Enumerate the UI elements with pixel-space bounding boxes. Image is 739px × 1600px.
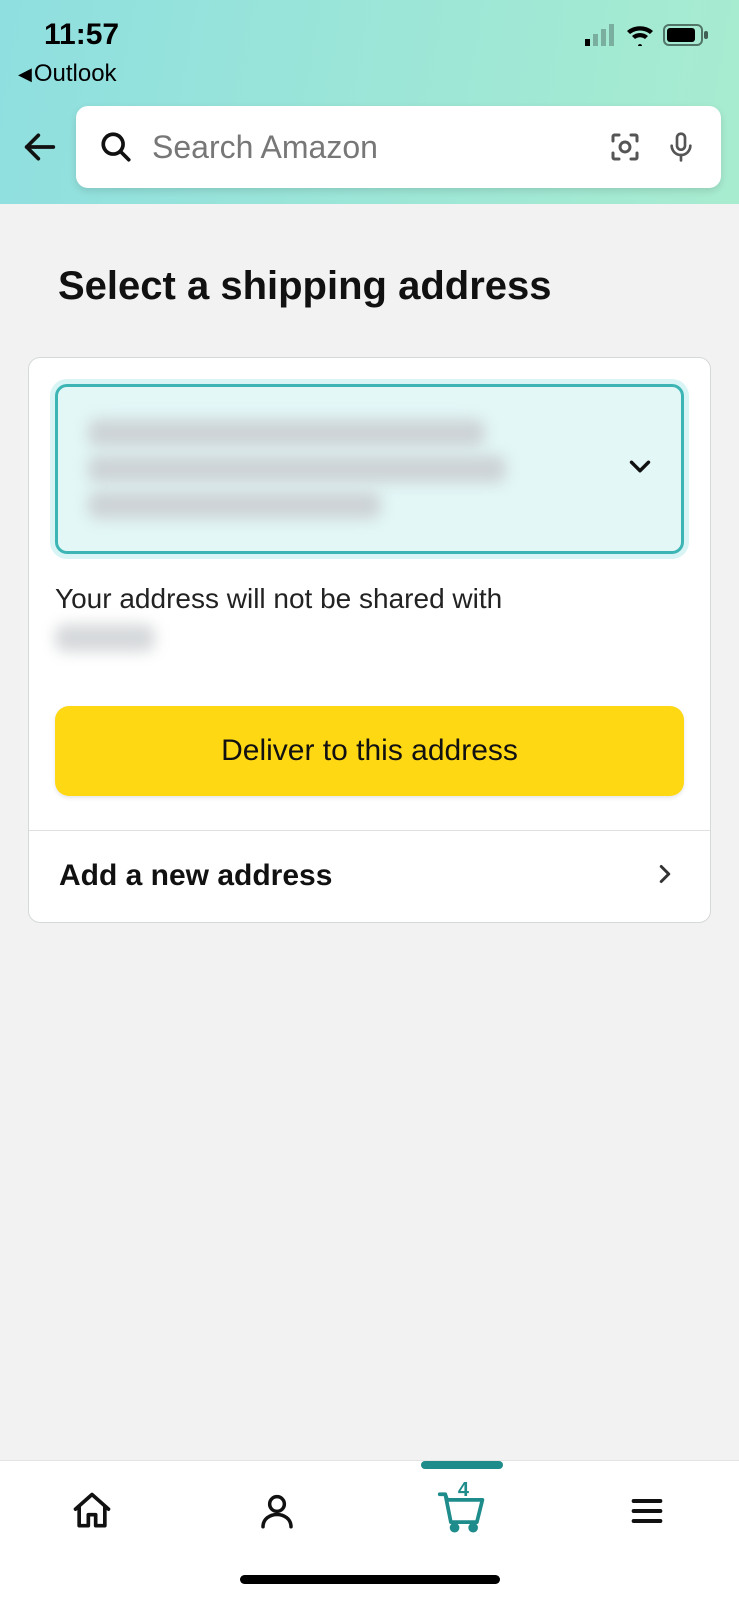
nav-account[interactable] [237,1481,317,1541]
back-triangle-icon: ◀ [18,64,32,85]
cart-count-badge: 4 [458,1479,469,1502]
nav-back-button[interactable] [18,125,62,169]
mic-icon[interactable] [661,127,701,167]
nav-home[interactable] [52,1481,132,1541]
back-app-label: Outlook [34,60,117,88]
search-placeholder: Search Amazon [152,129,589,166]
redacted-address-line [88,491,381,519]
deliver-button[interactable]: Deliver to this address [55,706,684,796]
chevron-right-icon [650,859,680,894]
arrow-left-icon [20,127,60,167]
search-icon [96,127,136,167]
chevron-down-icon [623,450,657,489]
search-box[interactable]: Search Amazon [76,106,721,188]
redacted-address-line [88,455,506,483]
add-new-address-row[interactable]: Add a new address [29,830,710,922]
status-bar: 11:57 [0,18,739,56]
address-card: Your address will not be shared with Del… [28,357,711,923]
user-icon [256,1490,298,1532]
active-tab-indicator [421,1461,503,1469]
add-new-address-label: Add a new address [59,859,332,893]
redacted-address-line [88,419,485,447]
nav-menu[interactable] [607,1481,687,1541]
home-icon [70,1489,114,1533]
selected-address-dropdown[interactable] [55,384,684,554]
bottom-nav: 4 [0,1460,739,1600]
camera-lens-icon[interactable] [605,127,645,167]
redacted-seller-name [55,624,155,652]
page-title: Select a shipping address [58,264,681,309]
hamburger-icon [627,1491,667,1531]
home-indicator[interactable] [240,1575,500,1584]
address-share-hint: Your address will not be shared with [55,580,684,656]
back-to-app[interactable]: ◀ Outlook [0,56,739,106]
hint-text: Your address will not be shared with [55,583,502,614]
cellular-icon [585,24,617,46]
status-icons [585,24,709,46]
nav-cart[interactable]: 4 [422,1481,502,1541]
status-time: 11:57 [44,18,119,52]
wifi-icon [625,24,655,46]
battery-icon [663,24,709,46]
